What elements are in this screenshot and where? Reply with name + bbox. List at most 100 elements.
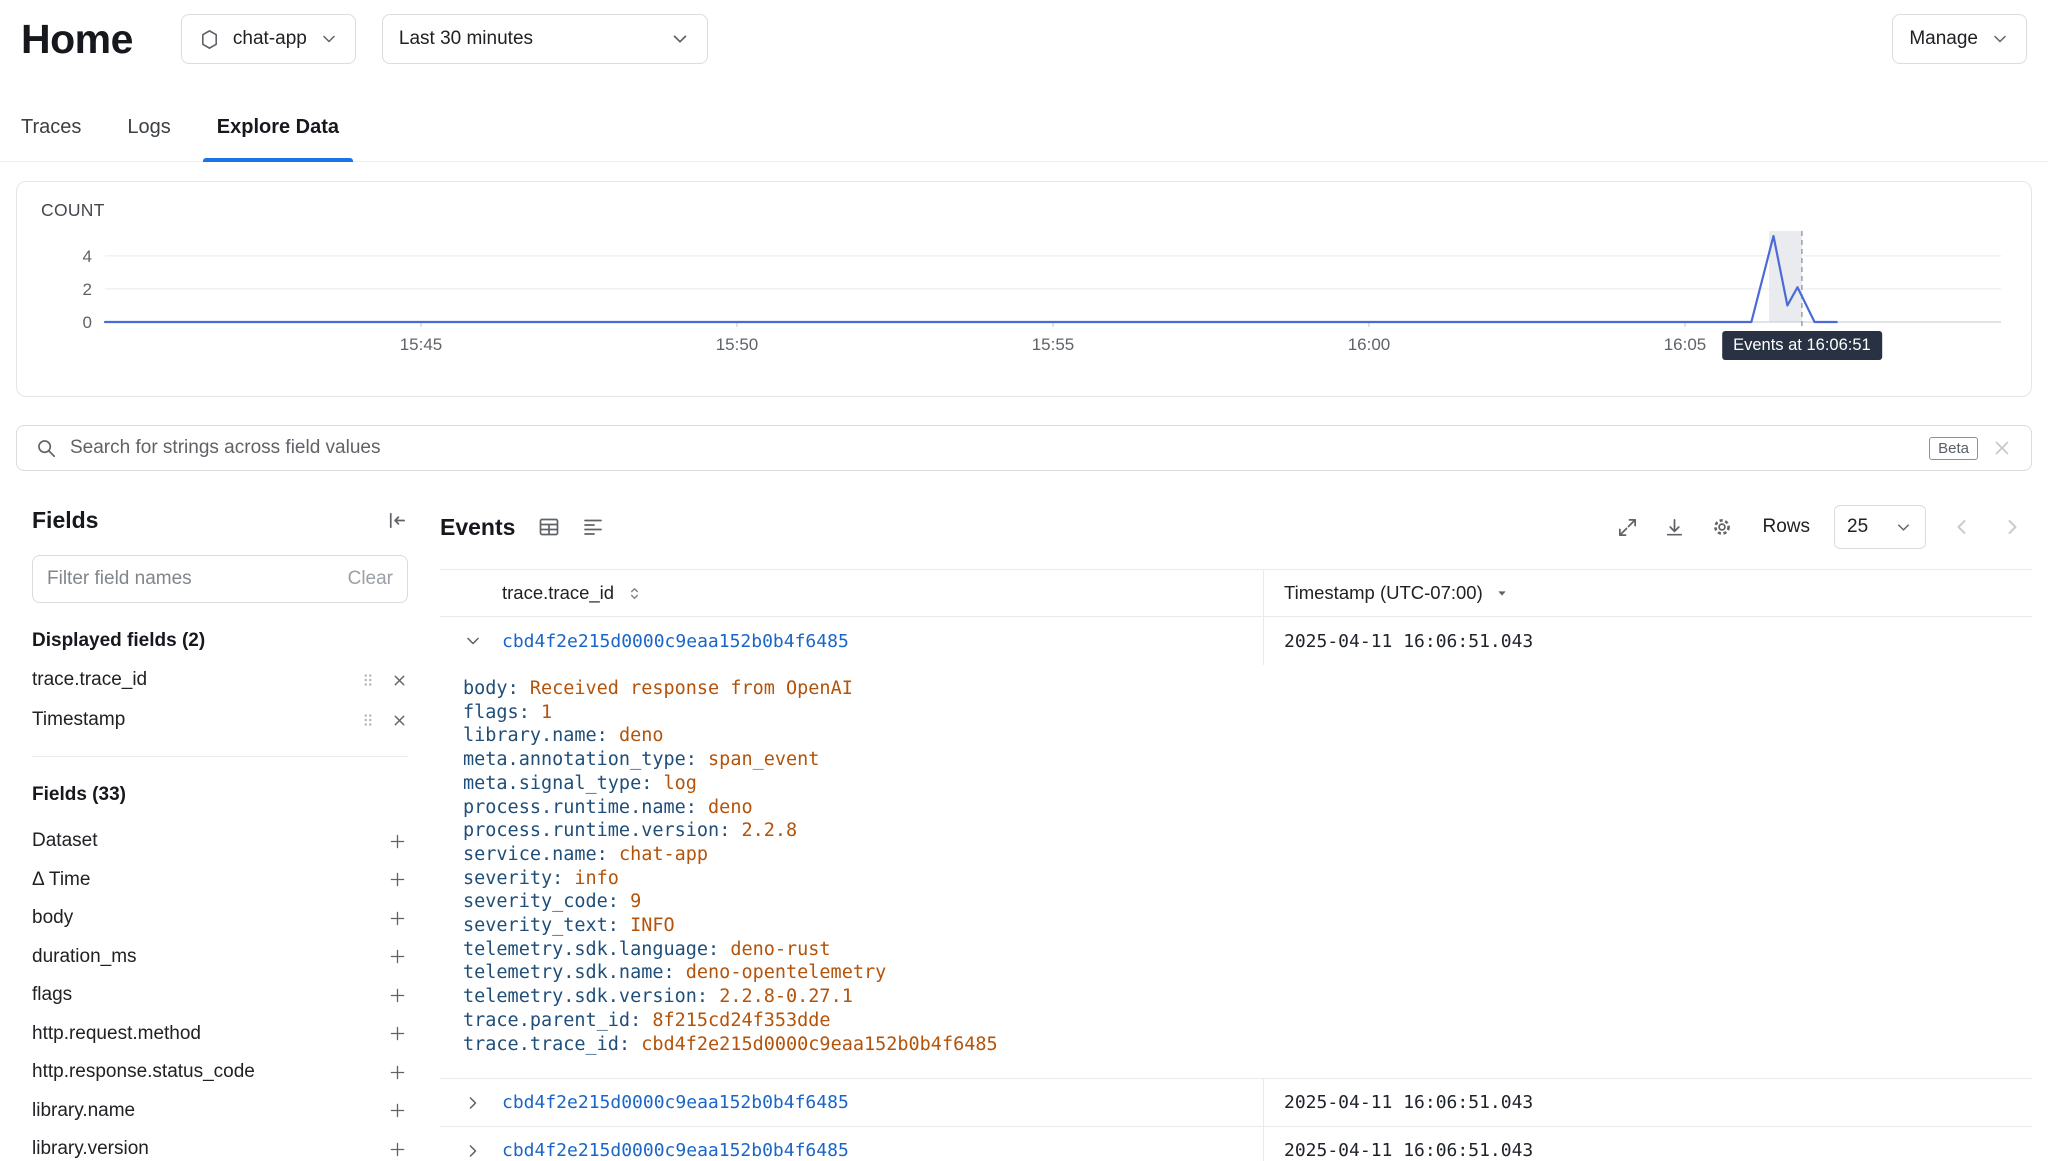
chart-tooltip: Events at 16:06:51 xyxy=(1722,331,1882,360)
detail-value: cbd4f2e215d0000c9eaa152b0b4f6485 xyxy=(641,1034,997,1055)
rows-per-page-select[interactable]: 25 xyxy=(1834,505,1926,549)
remove-field-icon[interactable] xyxy=(391,672,408,689)
svg-text:0: 0 xyxy=(83,313,92,332)
field-row[interactable]: Δ Time xyxy=(32,861,408,900)
detail-line: severity_code9 xyxy=(463,890,2008,914)
gear-icon xyxy=(1710,515,1734,539)
detail-key: severity xyxy=(463,868,574,889)
add-field-icon[interactable] xyxy=(387,1023,408,1044)
add-field-icon[interactable] xyxy=(387,985,408,1006)
field-row[interactable]: http.response.status_code xyxy=(32,1053,408,1092)
add-field-icon[interactable] xyxy=(387,946,408,967)
displayed-field-row[interactable]: trace.trace_id xyxy=(32,660,408,700)
drag-handle-icon[interactable] xyxy=(359,711,377,729)
settings-button[interactable] xyxy=(1710,515,1734,539)
detail-key: process.runtime.version xyxy=(463,820,741,841)
detail-line: library.namedeno xyxy=(463,724,2008,748)
detail-value: deno-rust xyxy=(730,939,830,960)
trace-id-link[interactable]: cbd4f2e215d0000c9eaa152b0b4f6485 xyxy=(502,631,849,652)
next-page-button[interactable] xyxy=(2000,515,2024,539)
field-name: Dataset xyxy=(32,830,387,852)
tab-explore-data[interactable]: Explore Data xyxy=(203,98,353,161)
download-button[interactable] xyxy=(1663,516,1686,539)
field-name: Δ Time xyxy=(32,869,387,891)
dataset-selector-label: chat-app xyxy=(233,28,307,50)
field-row[interactable]: duration_ms xyxy=(32,938,408,977)
chevron-down-icon xyxy=(319,29,339,49)
remove-field-icon[interactable] xyxy=(391,712,408,729)
add-field-icon[interactable] xyxy=(387,1100,408,1121)
events-count-chart[interactable]: 42015:4515:5015:5516:0016:05 Events at 1… xyxy=(41,225,2007,390)
expand-table-button[interactable] xyxy=(1616,516,1639,539)
field-name: Timestamp xyxy=(32,709,345,731)
page-title: Home xyxy=(21,16,133,63)
dataset-selector[interactable]: chat-app xyxy=(181,14,356,64)
search-clear-icon[interactable] xyxy=(1991,437,2013,459)
column-header-timestamp[interactable]: Timestamp (UTC-07:00) xyxy=(1284,582,1483,604)
trace-id-link[interactable]: cbd4f2e215d0000c9eaa152b0b4f6485 xyxy=(502,1092,849,1113)
event-row[interactable]: cbd4f2e215d0000c9eaa152b0b4f6485 2025-04… xyxy=(440,617,2032,665)
event-row[interactable]: cbd4f2e215d0000c9eaa152b0b4f6485 2025-04… xyxy=(440,1127,2032,1161)
field-row[interactable]: library.name xyxy=(32,1092,408,1131)
list-view-button[interactable] xyxy=(581,515,605,539)
svg-text:4: 4 xyxy=(83,247,92,266)
field-filter-input[interactable] xyxy=(47,568,338,590)
add-field-icon[interactable] xyxy=(387,831,408,852)
add-field-icon[interactable] xyxy=(387,869,408,890)
hexagon-icon xyxy=(198,28,221,51)
field-name: duration_ms xyxy=(32,946,387,968)
detail-key: trace.trace_id xyxy=(463,1034,641,1055)
fields-panel: Fields Clear Displayed fields (2) trace.… xyxy=(16,503,408,1161)
event-row[interactable]: cbd4f2e215d0000c9eaa152b0b4f6485 2025-04… xyxy=(440,1079,2032,1127)
trace-id-link[interactable]: cbd4f2e215d0000c9eaa152b0b4f6485 xyxy=(502,1140,849,1161)
field-name: http.response.status_code xyxy=(32,1061,387,1083)
drag-handle-icon[interactable] xyxy=(359,671,377,689)
field-row[interactable]: Dataset xyxy=(32,822,408,861)
tab-logs[interactable]: Logs xyxy=(113,98,184,161)
field-row[interactable]: flags xyxy=(32,976,408,1015)
manage-button[interactable]: Manage xyxy=(1892,14,2027,64)
chevron-right-icon xyxy=(463,1141,483,1161)
detail-key: telemetry.sdk.language xyxy=(463,939,730,960)
detail-line: trace.trace_idcbd4f2e215d0000c9eaa152b0b… xyxy=(463,1033,2008,1057)
svg-text:15:55: 15:55 xyxy=(1032,335,1075,354)
expand-row-button[interactable] xyxy=(463,1141,483,1161)
events-panel: Events xyxy=(440,503,2032,1161)
table-view-button[interactable] xyxy=(537,515,561,539)
time-range-selector[interactable]: Last 30 minutes xyxy=(382,14,708,64)
detail-value: deno xyxy=(619,725,664,746)
detail-line: severity_textINFO xyxy=(463,914,2008,938)
add-field-icon[interactable] xyxy=(387,1139,408,1160)
column-header-trace-id[interactable]: trace.trace_id xyxy=(502,582,614,604)
detail-line: meta.annotation_typespan_event xyxy=(463,748,2008,772)
expand-row-button[interactable] xyxy=(463,1093,483,1113)
detail-value: 9 xyxy=(630,891,641,912)
collapse-left-icon xyxy=(385,509,408,532)
collapse-row-button[interactable] xyxy=(463,631,483,651)
events-table-header: trace.trace_id Timestamp (UTC-07:00) xyxy=(440,569,2032,617)
field-row[interactable]: library.version xyxy=(32,1130,408,1161)
all-fields-header: Fields (33) xyxy=(32,784,408,806)
rows-per-page-value: 25 xyxy=(1847,516,1868,538)
collapse-fields-panel-button[interactable] xyxy=(385,509,408,532)
chevron-down-icon xyxy=(1894,518,1913,537)
prev-page-button[interactable] xyxy=(1950,515,1974,539)
tab-traces[interactable]: Traces xyxy=(7,98,95,161)
chart-canvas[interactable]: 42015:4515:5015:5516:0016:05 xyxy=(41,225,2007,390)
expand-icon xyxy=(1616,516,1639,539)
detail-line: telemetry.sdk.namedeno-opentelemetry xyxy=(463,961,2008,985)
sort-icon[interactable] xyxy=(625,584,644,603)
caret-down-icon[interactable] xyxy=(1494,585,1510,601)
add-field-icon[interactable] xyxy=(387,1062,408,1083)
field-row[interactable]: http.request.method xyxy=(32,1015,408,1054)
search-input[interactable] xyxy=(70,437,1916,459)
svg-text:15:45: 15:45 xyxy=(400,335,443,354)
detail-value: span_event xyxy=(708,749,819,770)
detail-value: 2.2.8-0.27.1 xyxy=(719,986,853,1007)
displayed-field-row[interactable]: Timestamp xyxy=(32,700,408,740)
detail-line: process.runtime.version2.2.8 xyxy=(463,819,2008,843)
field-row[interactable]: body xyxy=(32,899,408,938)
add-field-icon[interactable] xyxy=(387,908,408,929)
list-view-icon xyxy=(581,515,605,539)
clear-filter-button[interactable]: Clear xyxy=(348,568,393,590)
